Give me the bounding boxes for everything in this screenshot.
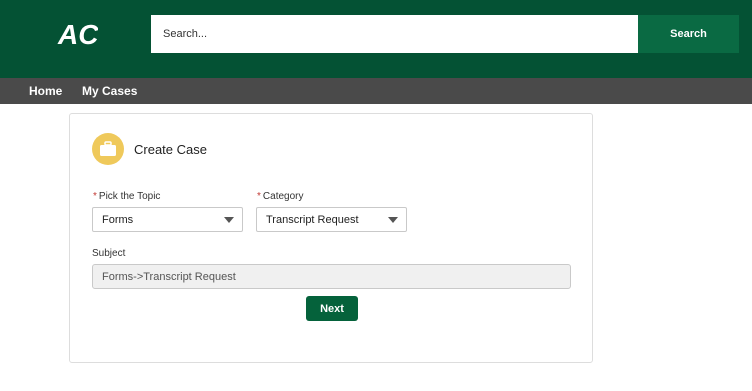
subject-label: Subject (92, 248, 126, 259)
nav-item-home[interactable]: Home (29, 84, 62, 98)
category-select[interactable]: Transcript Request (256, 207, 407, 232)
page-title: Create Case (134, 142, 207, 157)
ac-logo[interactable]: AC (56, 18, 98, 50)
chevron-down-icon (224, 217, 234, 223)
briefcase-icon (92, 133, 124, 165)
chevron-down-icon (388, 217, 398, 223)
topic-select-value: Forms (102, 214, 134, 226)
search-input[interactable] (151, 15, 638, 53)
required-marker: * (257, 191, 261, 202)
nav-bar: Home My Cases (0, 78, 752, 104)
next-button[interactable]: Next (306, 296, 358, 321)
category-label: * Category (257, 191, 303, 202)
ac-logo-text: AC (57, 19, 98, 50)
category-select-value: Transcript Request (266, 214, 359, 226)
topic-label-text: Pick the Topic (98, 191, 161, 202)
topic-label: * Pick the Topic (93, 191, 160, 202)
search-button[interactable]: Search (638, 15, 739, 53)
subject-field[interactable]: Forms->Transcript Request (92, 264, 571, 289)
nav-item-my-cases[interactable]: My Cases (82, 84, 137, 98)
required-marker: * (93, 191, 97, 202)
topic-select[interactable]: Forms (92, 207, 243, 232)
category-label-text: Category (262, 191, 304, 202)
create-case-card: Create Case * Pick the Topic Forms * Categ… (69, 113, 593, 363)
header-bar: AC Search (0, 0, 752, 78)
